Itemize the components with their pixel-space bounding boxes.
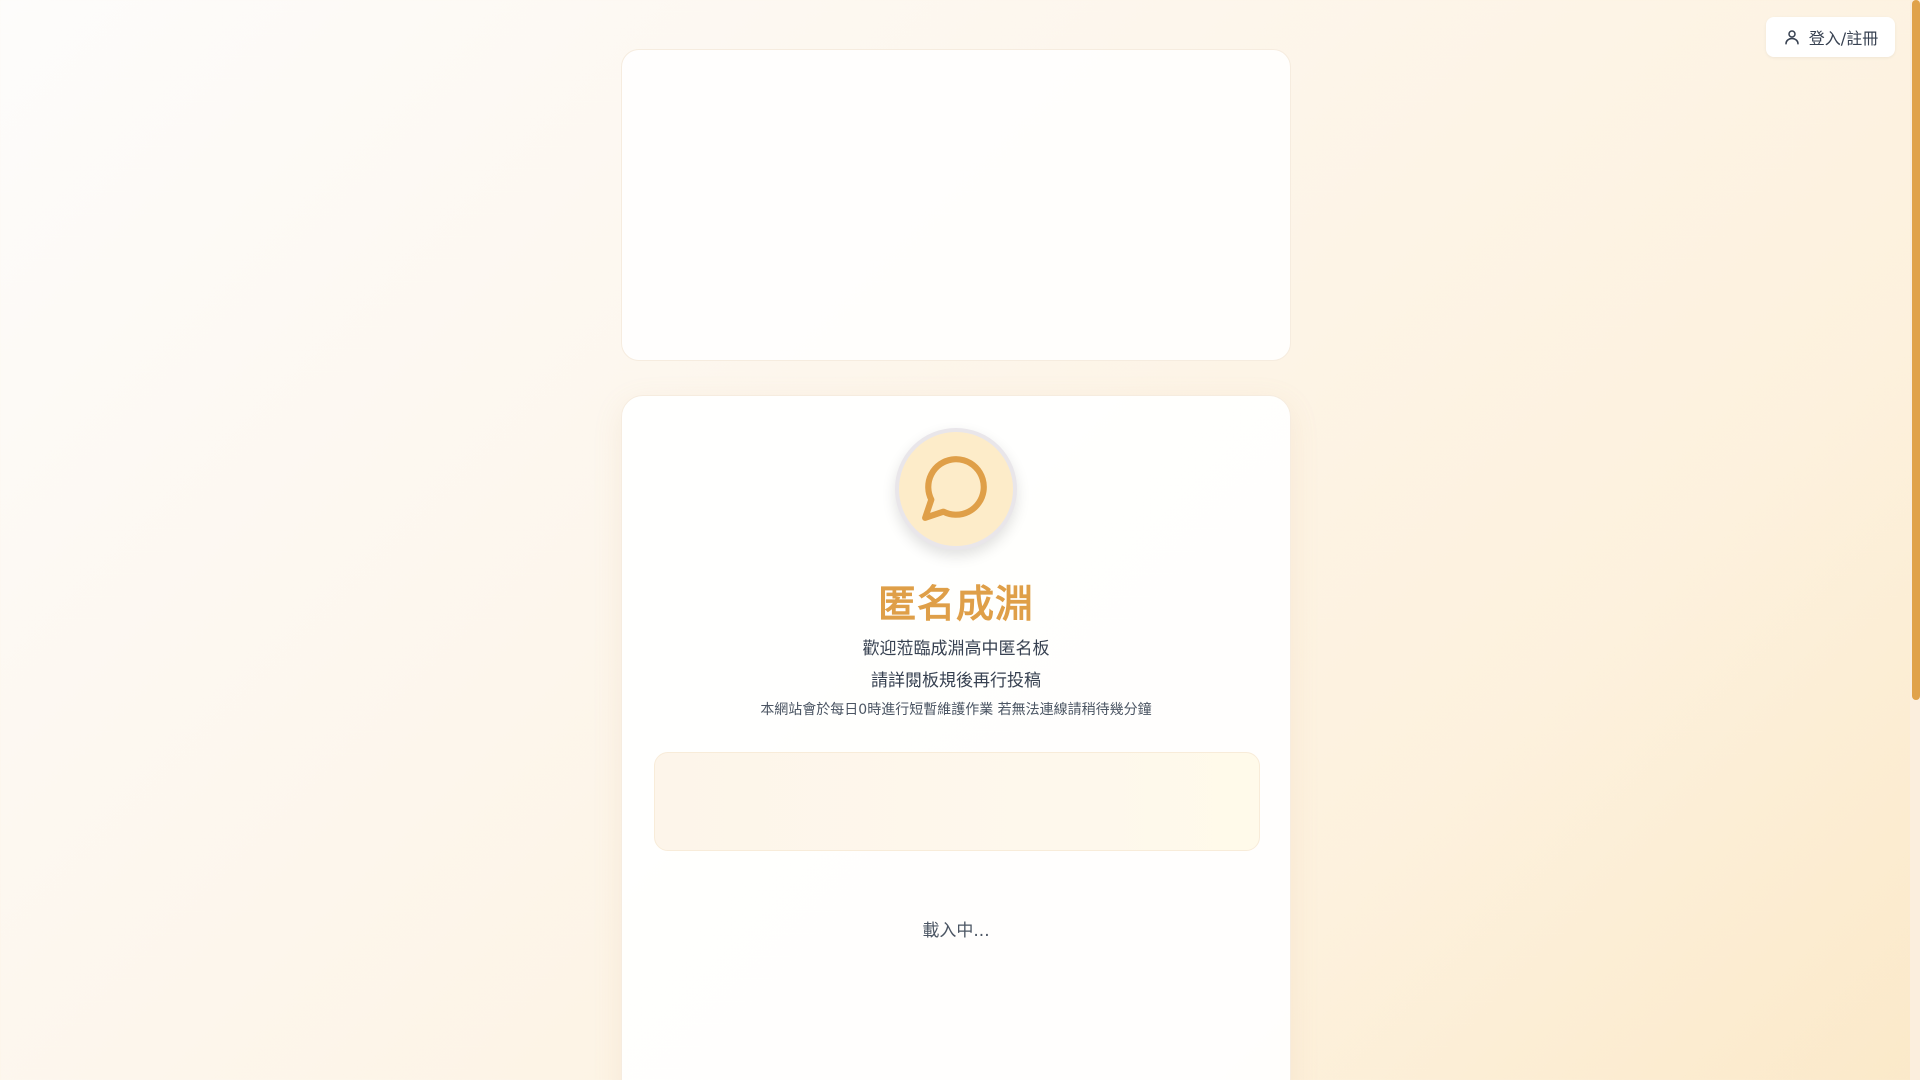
top-card: [621, 49, 1291, 361]
site-title: 匿名成淵: [877, 582, 1034, 626]
loading-indicator: 載入中...: [922, 921, 990, 941]
user-icon: [1783, 28, 1801, 46]
login-register-label: 登入/註冊: [1808, 29, 1879, 48]
rules-hint-text: 請詳閱板規後再行投稿: [871, 671, 1041, 691]
welcome-text: 歡迎蒞臨成淵高中匿名板: [862, 639, 1050, 659]
main-card: 匿名成淵 歡迎蒞臨成淵高中匿名板 請詳閱板規後再行投稿 本網站會於每日0時進行短…: [621, 395, 1291, 1080]
info-panel: [654, 752, 1260, 851]
scrollbar-thumb[interactable]: [1912, 0, 1920, 700]
chat-bubble-icon: [919, 450, 993, 528]
site-logo: [895, 428, 1017, 550]
login-register-button[interactable]: 登入/註冊: [1766, 17, 1895, 57]
maintenance-notice: 本網站會於每日0時進行短暫維護作業 若無法連線請稍待幾分鐘: [760, 702, 1152, 718]
